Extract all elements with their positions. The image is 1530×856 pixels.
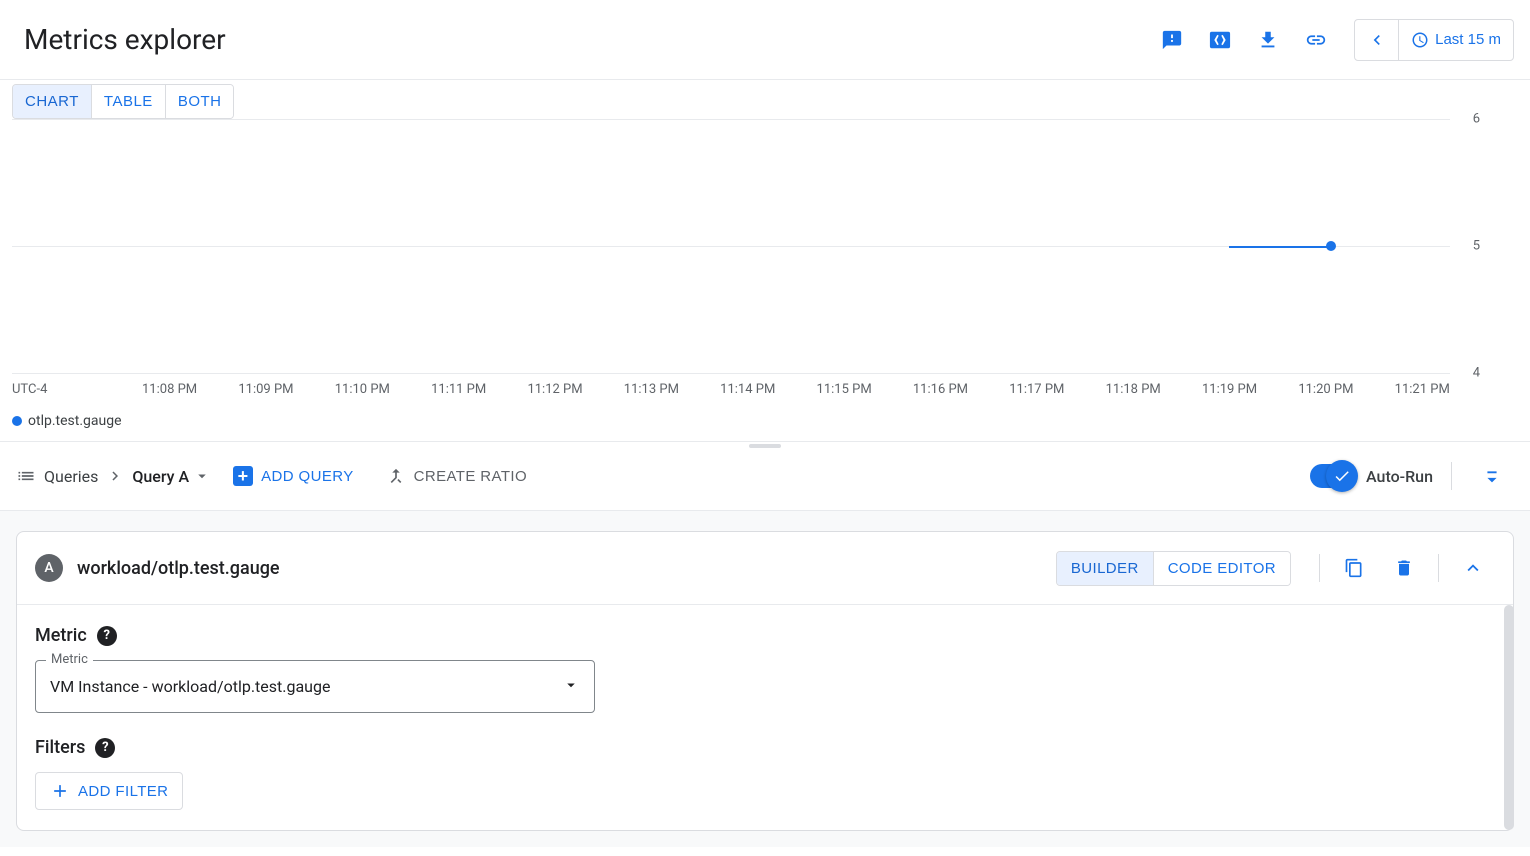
- code-editor-tab[interactable]: CODE EDITOR: [1154, 552, 1290, 585]
- metric-select[interactable]: Metric VM Instance - workload/otlp.test.…: [35, 660, 595, 713]
- chart[interactable]: 6 5 4 UTC-4 11:08 PM 11:09 PM 11:10 PM 1…: [12, 119, 1530, 409]
- help-icon[interactable]: ?: [95, 738, 115, 758]
- tab-table[interactable]: TABLE: [92, 85, 166, 118]
- query-selector[interactable]: Query A: [132, 467, 211, 486]
- plus-icon: +: [233, 466, 253, 486]
- auto-run-label: Auto-Run: [1366, 467, 1433, 486]
- builder-tab[interactable]: BUILDER: [1057, 552, 1154, 585]
- create-ratio-button[interactable]: CREATE RATIO: [376, 458, 537, 494]
- view-tabs: CHART TABLE BOTH: [12, 84, 234, 119]
- check-icon: [1333, 467, 1351, 485]
- metric-select-legend: Metric: [46, 652, 93, 667]
- time-range-group: Last 15 m: [1354, 19, 1514, 61]
- merge-icon: [386, 466, 406, 486]
- filters-section-label: Filters ?: [35, 737, 1495, 758]
- editor-mode-tabs: BUILDER CODE EDITOR: [1056, 551, 1291, 586]
- time-range-button[interactable]: Last 15 m: [1399, 20, 1513, 60]
- delete-icon[interactable]: [1382, 546, 1426, 590]
- metric-select-value: VM Instance - workload/otlp.test.gauge: [50, 677, 330, 696]
- add-query-button[interactable]: + ADD QUERY: [223, 458, 364, 494]
- help-icon[interactable]: ?: [97, 626, 117, 646]
- download-icon[interactable]: [1246, 18, 1290, 62]
- collapse-panel-icon[interactable]: [1451, 546, 1495, 590]
- tab-chart[interactable]: CHART: [13, 85, 92, 118]
- tab-both[interactable]: BOTH: [166, 85, 234, 118]
- dropdown-icon: [562, 676, 580, 698]
- y-axis-labels: 6 5 4: [1450, 119, 1480, 373]
- chart-legend: otlp.test.gauge: [0, 409, 1530, 441]
- queries-label[interactable]: Queries: [44, 467, 98, 486]
- page-title: Metrics explorer: [16, 19, 234, 60]
- query-panel: A workload/otlp.test.gauge BUILDER CODE …: [16, 531, 1514, 831]
- metric-section-label: Metric ?: [35, 625, 1495, 646]
- scrollbar[interactable]: [1504, 605, 1514, 830]
- panel-divider: [0, 441, 1530, 442]
- copy-icon[interactable]: [1332, 546, 1376, 590]
- legend-dot: [12, 416, 22, 426]
- add-filter-button[interactable]: ADD FILTER: [35, 772, 183, 810]
- clock-icon: [1411, 31, 1429, 49]
- plus-icon: [50, 781, 70, 801]
- time-range-label: Last 15 m: [1435, 31, 1501, 48]
- dropdown-icon: [193, 467, 211, 485]
- auto-run-toggle[interactable]: [1310, 464, 1354, 488]
- breadcrumb: Queries Query A: [16, 466, 211, 486]
- link-icon[interactable]: [1294, 18, 1338, 62]
- time-prev-button[interactable]: [1355, 20, 1399, 60]
- legend-series-name: otlp.test.gauge: [28, 413, 122, 429]
- x-axis-labels: 11:08 PM 11:09 PM 11:10 PM 11:11 PM 11:1…: [12, 382, 1450, 397]
- chart-data-point: [1326, 241, 1336, 251]
- resize-handle[interactable]: [749, 444, 781, 448]
- chart-series-line: [1229, 246, 1331, 248]
- code-icon[interactable]: [1198, 18, 1242, 62]
- list-icon: [16, 466, 36, 486]
- feedback-icon[interactable]: [1150, 18, 1194, 62]
- query-badge: A: [35, 554, 63, 582]
- chevron-right-icon: [106, 467, 124, 485]
- header-actions: Last 15 m: [1150, 18, 1514, 62]
- collapse-all-icon[interactable]: [1470, 454, 1514, 498]
- query-title: workload/otlp.test.gauge: [77, 558, 1042, 579]
